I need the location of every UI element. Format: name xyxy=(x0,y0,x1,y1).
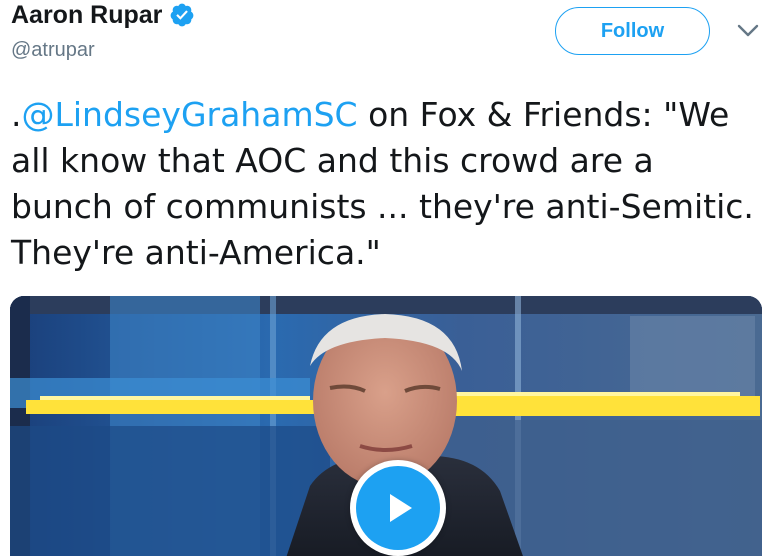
verified-badge-icon xyxy=(171,3,194,27)
play-icon xyxy=(390,494,412,522)
author-handle[interactable]: @atrupar xyxy=(11,38,95,62)
chevron-down-icon[interactable] xyxy=(737,24,759,38)
play-button-circle xyxy=(356,466,440,550)
play-button[interactable] xyxy=(350,460,446,556)
follow-button[interactable]: Follow xyxy=(555,7,710,55)
author-name[interactable]: Aaron Rupar xyxy=(11,0,162,30)
tweet-text: .@LindseyGrahamSC on Fox & Friends: "We … xyxy=(11,92,761,276)
tweet-prefix: . xyxy=(11,95,22,134)
tweet-card: Aaron Rupar @atrupar Follow .@LindseyGra… xyxy=(0,0,765,556)
author-name-row[interactable]: Aaron Rupar xyxy=(11,0,195,30)
video-player[interactable] xyxy=(10,296,762,556)
mention-link[interactable]: @LindseyGrahamSC xyxy=(22,95,358,134)
